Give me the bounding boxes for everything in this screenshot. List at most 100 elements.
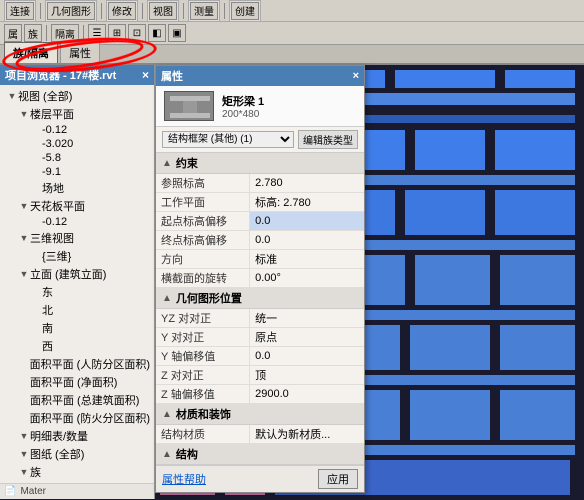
tree-expand-icon-families[interactable]: ▼ [18,467,30,477]
tab-bar: 族/隔离 属性 [0,45,584,65]
element-name: 矩形梁 1 [222,93,264,109]
row-struct-material: 结构材质 默认为新材质... [156,425,364,444]
geometry-expand-icon[interactable]: ▲ [162,293,172,304]
properties-help-link[interactable]: 属性帮助 [162,471,206,487]
value-end-offset[interactable] [250,231,364,250]
input-end-offset[interactable] [255,234,359,246]
tree-item-area-net[interactable]: 面积平面 (净面积) [0,373,154,391]
toolbar-btn-isolate[interactable]: 隔离 [51,24,79,42]
separator-2 [101,3,102,19]
toolbar: 连接 几何图形 修改 视图 测量 创建 属 族 隔离 ☰ ⊞ ⊡ ◧ ▣ [0,0,584,45]
tree-item-fp-3.020[interactable]: -3.020 [0,137,154,151]
tree-item-3d-views[interactable]: ▼三维视图 [0,229,154,247]
label-work-plane: 工作平面 [156,193,250,212]
toolbar-btn-view[interactable]: 视图 [149,2,177,20]
tree-label-elev-west: 西 [42,338,53,354]
tree-item-elev-north[interactable]: 北 [0,301,154,319]
separator-4 [183,3,184,19]
tree-expand-icon-elevations[interactable]: ▼ [18,269,30,279]
tree-item-area-fire[interactable]: 面积平面 (防火分区面积) [0,409,154,427]
tree-expand-icon-3d-views[interactable]: ▼ [18,233,30,243]
toolbar-btn-extra1[interactable]: ☰ [88,24,106,42]
tree-item-elev-west[interactable]: 西 [0,337,154,355]
value-direction: 标准 [250,250,364,269]
tree-item-views-all[interactable]: ▼视图 (全部) [0,87,154,105]
label-struct-material: 结构材质 [156,425,250,444]
tree-item-fp-9.1[interactable]: -9.1 [0,165,154,179]
toolbar-btn-family[interactable]: 族 [24,24,42,42]
toolbar-btn-attr[interactable]: 属 [4,24,22,42]
project-browser-tree: ▼视图 (全部)▼楼层平面-0.12-3.020-5.8-9.1场地▼天花板平面… [0,85,154,483]
row-end-offset: 终点标高偏移 [156,231,364,250]
toolbar-btn-geometry[interactable]: 几何图形 [47,2,95,20]
toolbar-btn-connect[interactable]: 连接 [6,2,34,20]
tree-expand-icon-views-all[interactable]: ▼ [6,91,18,101]
tree-label-elevations: 立面 (建筑立面) [30,266,106,282]
toolbar-section-modify: 修改 [106,0,138,22]
tree-expand-icon-floor-plan[interactable]: ▼ [18,109,30,119]
tree-item-ceiling-plan[interactable]: ▼天花板平面 [0,197,154,215]
row-y-offset: Y 轴偏移值 0.0 [156,347,364,366]
tree-label-schedules: 明细表/数量 [30,428,88,444]
tree-item-elev-south[interactable]: 南 [0,319,154,337]
row-work-plane: 工作平面 标高: 2.780 [156,193,364,212]
tree-label-3d-views: 三维视图 [30,230,74,246]
tree-item-elevations[interactable]: ▼立面 (建筑立面) [0,265,154,283]
tree-item-floor-plan[interactable]: ▼楼层平面 [0,105,154,123]
tree-item-fp-0.12[interactable]: -0.12 [0,123,154,137]
section-label-material: 材质和装饰 [176,406,231,422]
tab-properties[interactable]: 属性 [60,42,100,63]
toolbar-btn-extra3[interactable]: ⊡ [128,24,146,42]
label-z-offset: Z 轴偏移值 [156,385,250,404]
toolbar-btn-measure[interactable]: 测量 [190,2,218,20]
tree-item-fp-5.8[interactable]: -5.8 [0,151,154,165]
tree-label-sheets: 图纸 (全部) [30,446,84,462]
properties-close[interactable]: × [353,70,359,82]
tree-item-area-civil[interactable]: 面积平面 (人防分区面积) [0,355,154,373]
geometry-table: YZ 对对正 统一 Y 对对正 原点 Y 轴偏移值 0.0 Z 对对正 顶 Z … [156,309,364,404]
material-table: 结构材质 默认为新材质... [156,425,364,444]
label-z-align: Z 对对正 [156,366,250,385]
toolbar-btn-extra2[interactable]: ⊞ [108,24,126,42]
toolbar-section-measure: 测量 [188,0,220,22]
material-expand-icon[interactable]: ▲ [162,409,172,420]
type-selector-dropdown[interactable]: 结构框架 (其他) (1) [162,131,294,148]
tree-item-fp-site[interactable]: 场地 [0,179,154,197]
tree-label-elev-south: 南 [42,320,53,336]
value-start-offset[interactable] [250,212,364,231]
value-y-align: 原点 [250,328,364,347]
toolbar-btn-extra5[interactable]: ▣ [168,24,186,42]
tree-label-fp-3.020: -3.020 [42,138,73,150]
toolbar-btn-modify[interactable]: 修改 [108,2,136,20]
tree-label-floor-plan: 楼层平面 [30,106,74,122]
tree-item-families[interactable]: ▼族 [0,463,154,481]
label-rotation: 横截面的旋转 [156,269,250,288]
toolbar-section-create: 创建 [229,0,261,22]
tree-item-cp-0.12[interactable]: -0.12 [0,215,154,229]
structure-expand-icon[interactable]: ▲ [162,449,172,460]
tree-expand-icon-sheets[interactable]: ▼ [18,449,30,459]
row-yz-align: YZ 对对正 统一 [156,309,364,328]
toolbar-row-1: 连接 几何图形 修改 视图 测量 创建 [0,0,584,22]
input-start-offset[interactable] [255,215,359,227]
toolbar-btn-extra4[interactable]: ◧ [148,24,166,42]
element-preview-image [164,91,214,121]
tree-expand-icon-schedules[interactable]: ▼ [18,431,30,441]
tree-item-schedules[interactable]: ▼明细表/数量 [0,427,154,445]
separator-5 [224,3,225,19]
value-z-align: 顶 [250,366,364,385]
tree-item-elev-east[interactable]: 东 [0,283,154,301]
tree-item-area-total[interactable]: 面积平面 (总建筑面积) [0,391,154,409]
tab-family-isolate[interactable]: 族/隔离 [4,42,58,63]
value-struct-material: 默认为新材质... [250,425,364,444]
properties-apply-button[interactable]: 应用 [318,469,358,489]
constraints-expand-icon[interactable]: ▲ [162,158,172,169]
tree-label-fp-0.12: -0.12 [42,124,67,136]
row-rotation: 横截面的旋转 0.00° [156,269,364,288]
tree-item-sheets[interactable]: ▼图纸 (全部) [0,445,154,463]
tree-item-3d-default[interactable]: {三维} [0,247,154,265]
toolbar-btn-create[interactable]: 创建 [231,2,259,20]
project-browser-close[interactable]: × [142,69,149,81]
tree-expand-icon-ceiling-plan[interactable]: ▼ [18,201,30,211]
edit-family-type-button[interactable]: 编辑族类型 [298,130,358,149]
